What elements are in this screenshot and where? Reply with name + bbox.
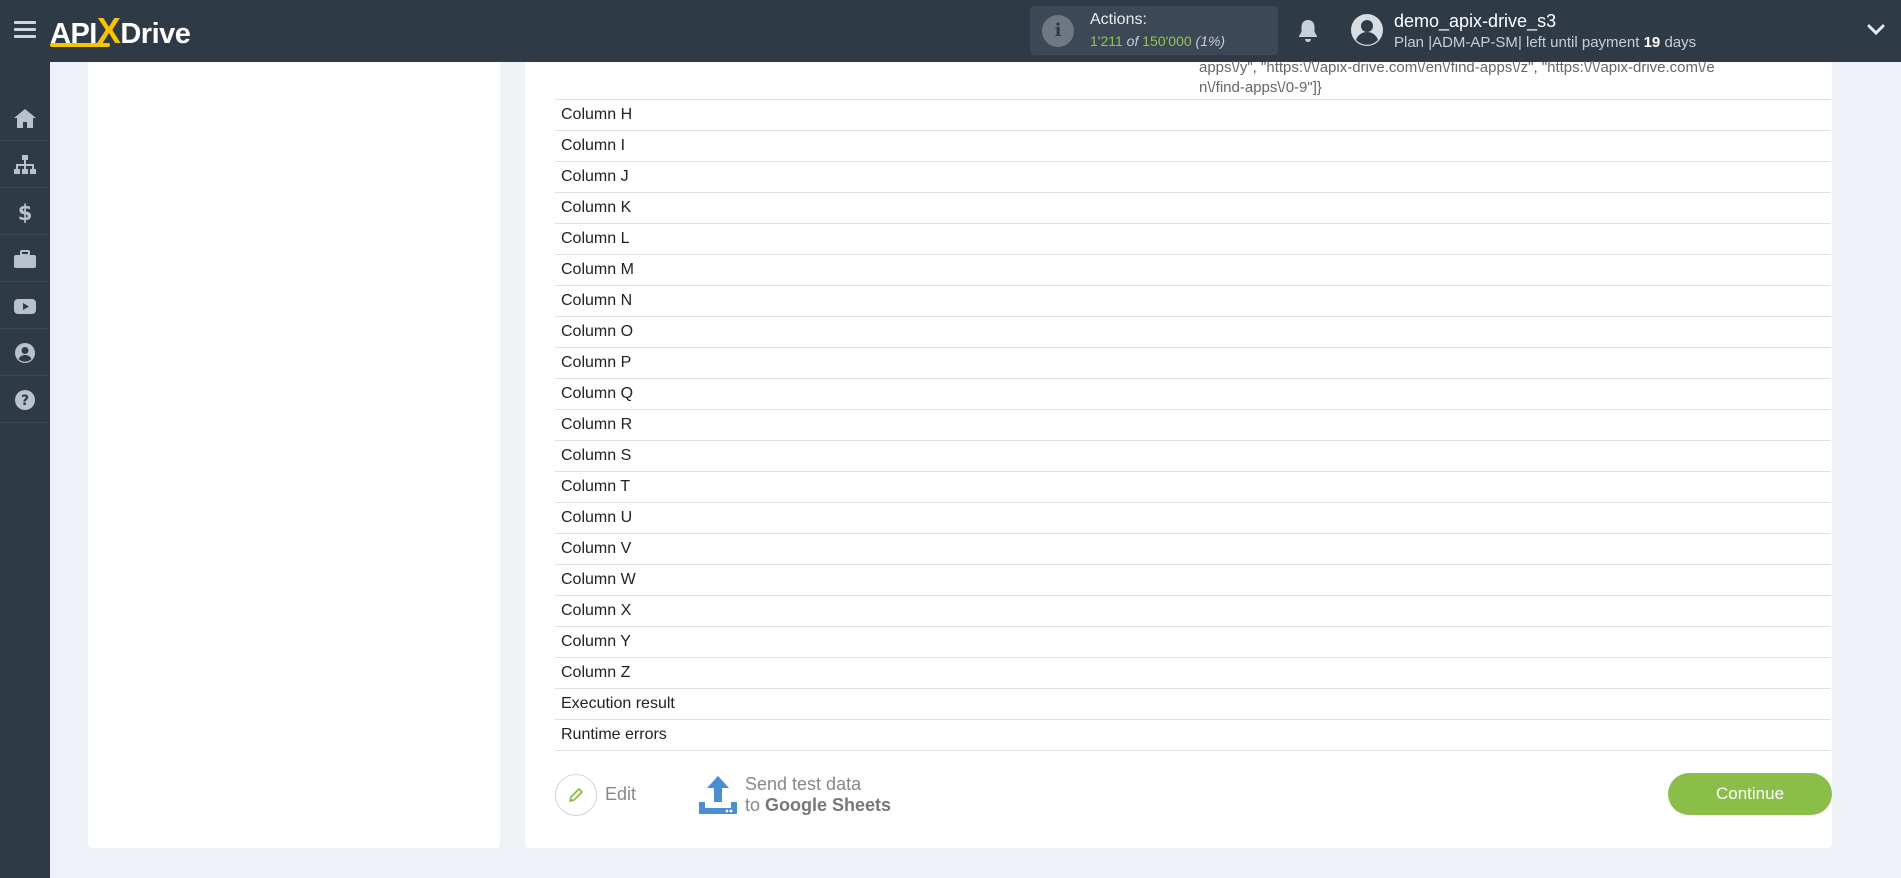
username[interactable]: demo_apix-drive_s3 [1394,11,1556,32]
table-row: Column U [555,502,1831,533]
upload-icon [699,776,737,814]
table-row: Column S [555,440,1831,471]
send-line2: to Google Sheets [745,795,892,815]
table-row: Column J [555,161,1831,192]
avatar[interactable] [1350,13,1384,47]
actions-label: Actions: [1090,11,1147,28]
nav-services[interactable] [0,235,50,282]
info-icon[interactable]: i [1042,15,1074,47]
dollar-icon: $ [18,201,33,223]
table-row: Runtime errors [555,719,1831,751]
edit-label: Edit [605,784,637,804]
top-bar: APIXDrive i Actions: 1'211 of 150'000 (1… [0,0,1901,62]
nav-connections[interactable] [0,141,50,188]
main-panel: apps\/y", "https:\/\/apix-drive.com\/en\… [525,59,1832,848]
side-nav: $ ? [0,62,50,878]
table-row: Column N [555,285,1831,316]
menu-icon[interactable] [14,21,36,39]
table-row: Column Q [555,378,1831,409]
actions-value: 1'211 of 150'000 (1%) [1090,33,1226,49]
user-icon [15,343,35,363]
svg-text:$: $ [18,201,33,223]
apixdrive-logo[interactable]: APIXDrive [50,12,191,50]
table-row: Column M [555,254,1831,285]
continue-button[interactable]: Continue [1668,773,1832,815]
table-row: Column P [555,347,1831,378]
table-row: Column L [555,223,1831,254]
left-panel [88,62,500,848]
nav-help[interactable]: ? [0,376,50,423]
sitemap-icon [14,155,36,174]
table-row: Column Y [555,626,1831,657]
field-table: Column H Column I Column J Column K Column L… [555,99,1831,751]
table-row: Execution result [555,688,1831,719]
table-row: Column H [555,99,1831,130]
home-icon [14,109,36,128]
help-icon: ? [15,390,35,410]
table-row: Column X [555,595,1831,626]
nav-home[interactable] [0,94,50,141]
chevron-down-icon[interactable] [1866,22,1886,38]
bell-icon[interactable] [1296,18,1320,44]
send-test-data-button[interactable]: Send test data to Google Sheets [697,774,917,824]
svg-text:?: ? [21,393,29,409]
plan-info: Plan |ADM-AP-SM| left until payment 19 d… [1394,34,1697,51]
briefcase-icon [14,250,36,268]
nav-billing[interactable]: $ [0,188,50,235]
table-row: Column V [555,533,1831,564]
table-row: Column Z [555,657,1831,688]
send-line1: Send test data [745,774,862,794]
youtube-icon [14,299,36,314]
table-row: Column K [555,192,1831,223]
nav-profile[interactable] [0,329,50,376]
table-row: Column I [555,130,1831,161]
table-row: Column W [555,564,1831,595]
table-row: Column T [555,471,1831,502]
table-row: Column R [555,409,1831,440]
field-value-overflow: apps\/y", "https:\/\/apix-drive.com\/en\… [1199,59,1715,96]
table-row: Column O [555,316,1831,347]
pencil-icon [569,788,583,802]
nav-videos[interactable] [0,282,50,329]
actions-counter: i Actions: 1'211 of 150'000 (1%) [1030,6,1278,55]
